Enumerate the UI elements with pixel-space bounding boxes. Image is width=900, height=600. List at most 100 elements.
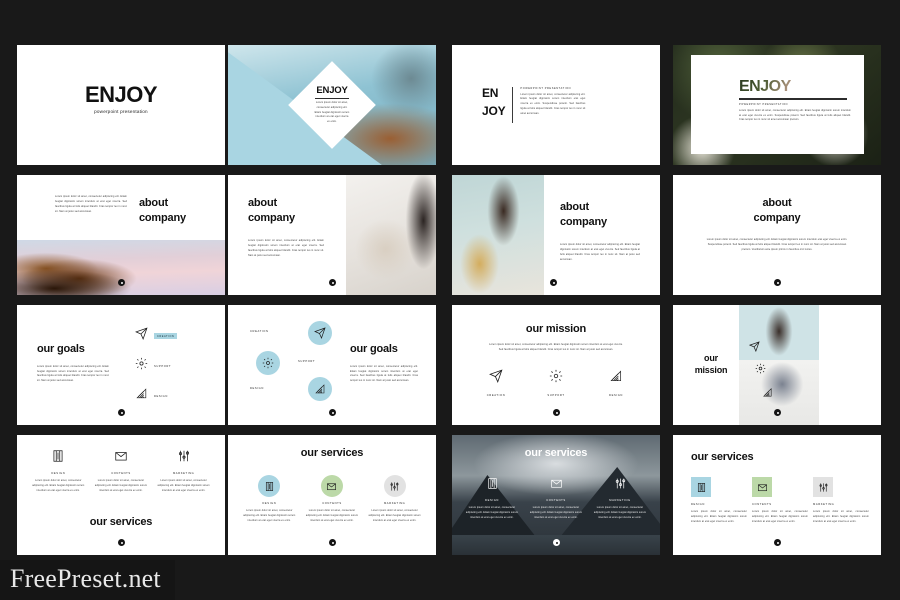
slide-12-title-line2: mission bbox=[694, 365, 728, 376]
slide-13-item-0-body: Lorem ipsum dolor sit amet, consectetur … bbox=[32, 479, 85, 492]
slide-thumbnail-13[interactable]: DESIGN Lorem ipsum dolor sit amet, conse… bbox=[17, 435, 225, 555]
slide-5-title-line1: about bbox=[139, 197, 168, 209]
slide-10-item-2-label: DESIGN bbox=[250, 387, 264, 390]
sliders-icon bbox=[615, 478, 625, 489]
icon-tile-marketing bbox=[813, 477, 833, 497]
slide-11-item-1-label: SUPPORT bbox=[547, 394, 565, 397]
book-icon bbox=[697, 482, 705, 492]
slide-16-item-0-body: Lorem ipsum dolor sit amet, consectetur … bbox=[691, 510, 747, 523]
slide-4-kicker: POWERPOINT PRESENTATION bbox=[739, 102, 788, 106]
slide-thumbnail-11[interactable]: our mission Lorem ipsum dolor sit amet, … bbox=[452, 305, 660, 425]
slide-thumbnail-6[interactable]: about company Lorem ipsum dolor sit amet… bbox=[228, 175, 436, 295]
slide-thumbnail-12[interactable]: our mission bbox=[673, 305, 881, 425]
sliders-icon bbox=[178, 450, 189, 462]
white-card: ENJOY POWERPOINT PRESENTATION Lorem ipsu… bbox=[691, 55, 864, 154]
book-icon bbox=[487, 478, 497, 489]
slide-11-item-0-label: CREATION bbox=[486, 394, 506, 397]
envelope-icon bbox=[327, 482, 337, 490]
slide-14-title: our services bbox=[300, 447, 364, 459]
watermark: FreePreset.net bbox=[0, 560, 175, 600]
slide-thumbnail-8[interactable]: about company Lorem ipsum dolor sit amet… bbox=[673, 175, 881, 295]
slide-7-title-line2: company bbox=[560, 215, 607, 228]
slide-14-item-2-label: MARKETING bbox=[383, 502, 406, 505]
slide-3-title-line2: JOY bbox=[482, 103, 506, 118]
slide-14-item-2-body: Lorem ipsum dolor sit amet, consectetur … bbox=[368, 509, 421, 522]
slide-14-item-1-label: CONTENTS bbox=[322, 502, 342, 505]
slide-thumbnail-7[interactable]: about company Lorem ipsum dolor sit amet… bbox=[452, 175, 660, 295]
slide-13-item-1-body: Lorem ipsum dolor sit amet, consectetur … bbox=[94, 479, 148, 492]
slide-11-body: Lorem ipsum dolor sit amet, consectetur … bbox=[489, 343, 623, 351]
slide-14-item-1-body: Lorem ipsum dolor sit amet, consectetur … bbox=[305, 509, 359, 522]
page-dot bbox=[774, 539, 781, 546]
page-dot bbox=[774, 279, 781, 286]
slide-thumbnail-4[interactable]: ENJOY POWERPOINT PRESENTATION Lorem ipsu… bbox=[673, 45, 881, 165]
slide-thumbnail-10[interactable]: CREATION SUPPORT DESIGN our goals Lorem … bbox=[228, 305, 436, 425]
page-dot bbox=[553, 539, 560, 546]
sliders-icon bbox=[819, 482, 827, 492]
page-dot bbox=[774, 409, 781, 416]
slide-5-body: Lorem ipsum dolor sit amet, consectetur … bbox=[55, 195, 127, 213]
slide-thumbnail-16[interactable]: our services DESIGN Lorem ipsum dolor si… bbox=[673, 435, 881, 555]
slide-8-body: Lorem ipsum dolor sit amet, consectetur … bbox=[706, 238, 848, 251]
slide-3-title-line1: EN bbox=[482, 86, 499, 100]
photo-hats bbox=[452, 175, 544, 295]
slide-10-title: our goals bbox=[350, 343, 398, 355]
slide-15-title: our services bbox=[524, 447, 588, 459]
paper-plane-icon bbox=[749, 341, 760, 352]
slide-thumbnail-2[interactable]: ENJOY Lorem ipsum dolor sit amet, consec… bbox=[228, 45, 436, 165]
slide-thumbnail-15[interactable]: our services DESIGN Lorem ipsum dolor si… bbox=[452, 435, 660, 555]
slide-16-title: our services bbox=[691, 451, 754, 463]
page-dot bbox=[118, 539, 125, 546]
book-icon bbox=[53, 450, 63, 462]
slide-16-item-2-label: MARKETING bbox=[813, 503, 835, 506]
page-dot bbox=[329, 539, 336, 546]
slide-13-title: our services bbox=[89, 516, 153, 529]
slide-8-title-line1: about bbox=[762, 197, 792, 209]
slide-11-item-2-label: DESIGN bbox=[609, 394, 623, 397]
page-dot bbox=[329, 409, 336, 416]
slide-3-body: Lorem ipsum dolor sit amet, consectetur … bbox=[520, 92, 586, 116]
slide-16-item-0-label: DESIGN bbox=[691, 503, 705, 506]
gear-icon bbox=[549, 369, 563, 383]
paper-plane-icon bbox=[314, 327, 326, 339]
slide-2-body: Lorem ipsum dolor sit amet, consectetur … bbox=[314, 100, 350, 124]
slide-thumbnail-1[interactable]: ENJOY powerpoint presentation bbox=[17, 45, 225, 165]
pyramid-icon bbox=[610, 370, 622, 382]
slide-thumbnail-14[interactable]: our services DESIGN Lorem ipsum dolor si… bbox=[228, 435, 436, 555]
slide-15-item-2-label: MARKETING bbox=[609, 499, 631, 502]
page-dot bbox=[553, 409, 560, 416]
slide-13-item-2-label: MARKETING bbox=[172, 472, 195, 475]
slide-14-item-0-body: Lorem ipsum dolor sit amet, consectetur … bbox=[243, 509, 296, 522]
divider bbox=[739, 98, 847, 100]
paper-plane-icon bbox=[489, 369, 503, 383]
icon-tile-contents bbox=[752, 477, 772, 497]
icon-badge-creation bbox=[308, 321, 332, 345]
slide-15-item-1-label: CONTENTS bbox=[546, 499, 566, 502]
book-icon bbox=[265, 481, 273, 491]
photo-model bbox=[739, 305, 819, 425]
slide-13-item-2-body: Lorem ipsum dolor sit amet, consectetur … bbox=[157, 479, 210, 492]
slide-12-title-line1: our bbox=[704, 353, 718, 363]
slide-16-item-1-label: CONTENTS bbox=[752, 503, 772, 506]
slide-3-kicker: POWERPOINT PRESENTATION bbox=[520, 87, 572, 90]
photo-jars bbox=[346, 175, 436, 295]
gear-icon bbox=[135, 357, 148, 375]
slide-4-body: Lorem ipsum dolor sit amet, consectetur … bbox=[739, 108, 851, 122]
pyramid-icon bbox=[315, 384, 325, 394]
slide-5-title-line2: company bbox=[139, 211, 186, 224]
slide-10-item-0-label: CREATION bbox=[250, 330, 269, 333]
pyramid-icon bbox=[135, 387, 148, 405]
slide-10-body: Lorem ipsum dolor sit amet, consectetur … bbox=[350, 364, 418, 383]
slide-thumbnail-3[interactable]: EN JOY POWERPOINT PRESENTATION Lorem ips… bbox=[452, 45, 660, 165]
title-diamond: ENJOY Lorem ipsum dolor sit amet, consec… bbox=[288, 61, 376, 149]
slide-1-title: ENJOY bbox=[84, 82, 158, 107]
envelope-icon bbox=[757, 483, 767, 491]
slide-7-body: Lorem ipsum dolor sit amet, consectetur … bbox=[560, 243, 640, 261]
slide-9-body: Lorem ipsum dolor sit amet, consectetur … bbox=[37, 364, 109, 383]
icon-badge-marketing bbox=[383, 475, 406, 497]
slide-thumbnail-9[interactable]: our goals Lorem ipsum dolor sit amet, co… bbox=[17, 305, 225, 425]
slide-thumbnail-5[interactable]: Lorem ipsum dolor sit amet, consectetur … bbox=[17, 175, 225, 295]
page-dot bbox=[118, 409, 125, 416]
icon-badge-support bbox=[256, 351, 280, 375]
slide-9-title: our goals bbox=[37, 343, 85, 355]
